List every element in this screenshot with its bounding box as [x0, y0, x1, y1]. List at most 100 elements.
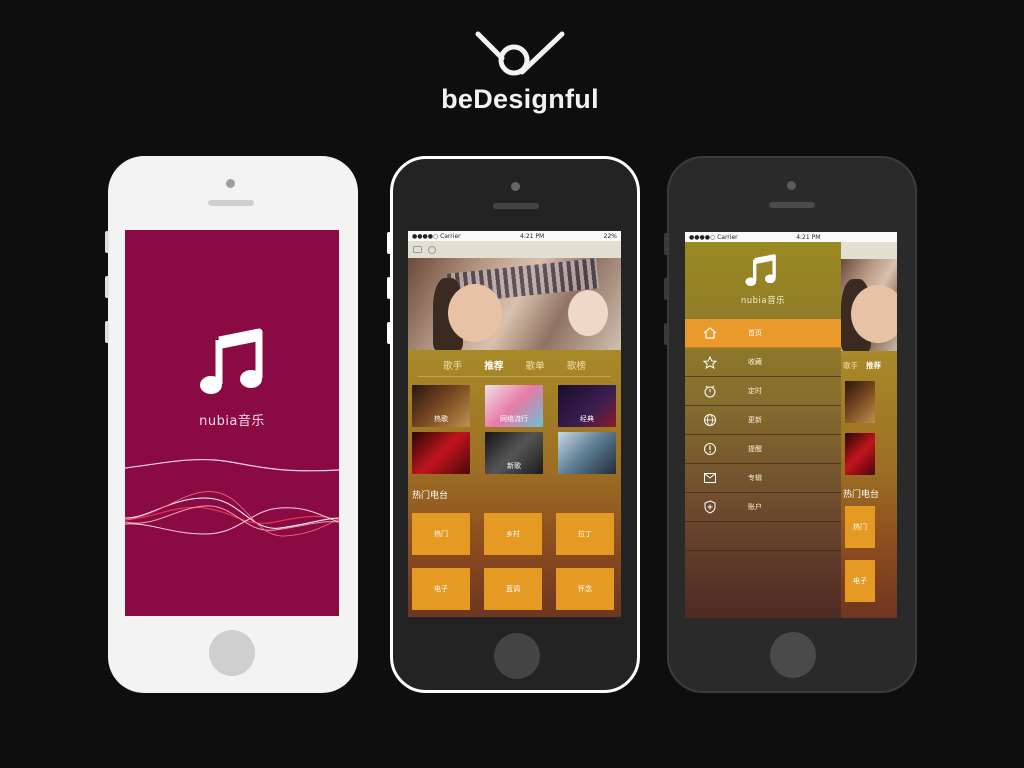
album-card[interactable]: 网络流行 [485, 385, 543, 427]
shield-plus-icon [698, 498, 722, 516]
genre-tile[interactable]: 乡村 [484, 513, 542, 555]
volume-down-button [387, 322, 391, 344]
top-nav-bar [841, 242, 897, 259]
search-icon[interactable] [428, 245, 436, 254]
splash-app-name: nubia音乐 [199, 414, 265, 429]
album-card[interactable]: 经典 [558, 385, 616, 427]
mute-switch [387, 232, 391, 254]
phone-mockup-black: ●●●●○ Carrier 4:21 PM 22% 歌手 推荐 歌单 歌榜 热歌… [387, 156, 640, 693]
tab-recommended[interactable]: 推荐 [866, 360, 881, 371]
hero-face [568, 290, 608, 336]
earpiece-speaker [208, 200, 254, 206]
splash-screen: nubia音乐 [125, 230, 339, 616]
tab-charts[interactable]: 歌榜 [567, 358, 586, 372]
clock-text: 4:21 PM [796, 233, 821, 241]
home-icon [698, 324, 722, 342]
sound-wave-graphic [125, 458, 339, 537]
tab-playlists[interactable]: 歌单 [526, 358, 545, 372]
clock-text: 4:21 PM [520, 232, 545, 240]
hero-banner [841, 259, 897, 351]
album-label: 网络流行 [500, 415, 528, 423]
peek-body: 歌手 推荐 热门电台 热门 电子 [841, 351, 897, 618]
menu-label: 提醒 [748, 445, 762, 453]
genre-tile[interactable]: 电子 [412, 568, 470, 610]
hero-banner[interactable] [408, 258, 621, 350]
album-card[interactable]: 新歌 [485, 432, 543, 474]
menu-item-home[interactable]: 首页 [685, 319, 841, 348]
menu-label: 首页 [748, 329, 762, 337]
side-drawer: nubia音乐 首页 收藏 定时 更新 提醒 专辑 账户 [685, 242, 841, 618]
album-card[interactable] [558, 432, 616, 474]
album-card[interactable] [845, 381, 875, 423]
carrier-text: ●●●●○ Carrier [689, 233, 738, 241]
menu-item-favorites[interactable]: 收藏 [685, 348, 841, 377]
genre-tile[interactable]: 热门 [845, 506, 875, 548]
status-bar: ●●●●○ Carrier 4:21 PM 22% [408, 231, 621, 241]
carrier-text: ●●●●○ Carrier [412, 232, 461, 240]
home-content: 歌手 推荐 歌单 歌榜 热歌 网络流行 经典 新歌 热门电台 热门 乡村 拉丁 … [408, 350, 621, 617]
tab-singers[interactable]: 歌手 [443, 358, 462, 372]
mail-icon [698, 469, 722, 487]
menu-item-update[interactable]: 更新 [685, 406, 841, 435]
battery-text: 22% [603, 232, 617, 240]
menu-label: 收藏 [748, 358, 762, 366]
mute-switch [105, 231, 109, 253]
menu-item-account[interactable]: 账户 [685, 493, 841, 522]
bedesignful-logo-icon [475, 31, 565, 76]
earpiece-speaker [493, 203, 539, 209]
genre-tile[interactable]: 蓝调 [484, 568, 542, 610]
genre-tile[interactable]: 电子 [845, 560, 875, 602]
tab-recommended[interactable]: 推荐 [484, 358, 503, 372]
section-title: 热门电台 [412, 491, 449, 501]
album-card[interactable] [412, 432, 470, 474]
star-icon [698, 353, 722, 371]
home-button[interactable] [770, 632, 816, 678]
volume-down-button [105, 321, 109, 343]
status-peek [841, 232, 897, 242]
menu-item-albums[interactable]: 专辑 [685, 464, 841, 493]
music-note-icon [200, 328, 263, 394]
section-title: 热门电台 [843, 490, 880, 500]
menu-label: 专辑 [748, 474, 762, 482]
alert-icon [698, 440, 722, 458]
album-label: 新歌 [507, 462, 521, 470]
phone-mockup-dark: ●●●●○ Carrier 4:21 PM 歌手 推荐 热门电台 热门 电子 n… [664, 156, 917, 693]
volume-up-button [105, 276, 109, 298]
menu-item-timer[interactable]: 定时 [685, 377, 841, 406]
volume-down-button [664, 323, 668, 345]
album-card[interactable]: 热歌 [412, 385, 470, 427]
hero-face [851, 285, 897, 343]
genre-tile[interactable]: 拉丁 [556, 513, 614, 555]
timer-icon [698, 382, 722, 400]
menu-divider [685, 522, 841, 551]
genre-tile[interactable]: 怀念 [556, 568, 614, 610]
drawer-menu: 首页 收藏 定时 更新 提醒 专辑 账户 [685, 319, 841, 551]
album-label: 经典 [580, 415, 594, 423]
home-button[interactable] [494, 633, 540, 679]
genre-tile[interactable]: 热门 [412, 513, 470, 555]
brand-header: beDesignful [430, 28, 610, 115]
album-grid: 热歌 网络流行 经典 新歌 [408, 377, 621, 474]
front-camera [226, 179, 235, 188]
album-card[interactable] [845, 433, 875, 475]
menu-label: 账户 [748, 503, 762, 511]
category-tabs: 歌手 推荐 [843, 357, 897, 377]
home-content-peek[interactable]: 歌手 推荐 热门电台 热门 电子 [841, 232, 897, 618]
menu-label: 定时 [748, 387, 762, 395]
mute-switch [664, 233, 668, 255]
globe-icon [698, 411, 722, 429]
album-label: 热歌 [434, 415, 448, 423]
menu-icon[interactable] [413, 246, 422, 253]
home-screen: ●●●●○ Carrier 4:21 PM 22% 歌手 推荐 歌单 歌榜 热歌… [408, 231, 621, 617]
menu-label: 更新 [748, 416, 762, 424]
top-nav-bar [408, 241, 621, 258]
earpiece-speaker [769, 202, 815, 208]
home-button[interactable] [209, 630, 255, 676]
tab-singers[interactable]: 歌手 [843, 360, 858, 371]
hero-face [448, 284, 502, 342]
brand-name: beDesignful [441, 84, 599, 114]
volume-up-button [664, 278, 668, 300]
volume-up-button [387, 277, 391, 299]
menu-item-reminders[interactable]: 提醒 [685, 435, 841, 464]
front-camera [787, 181, 796, 190]
